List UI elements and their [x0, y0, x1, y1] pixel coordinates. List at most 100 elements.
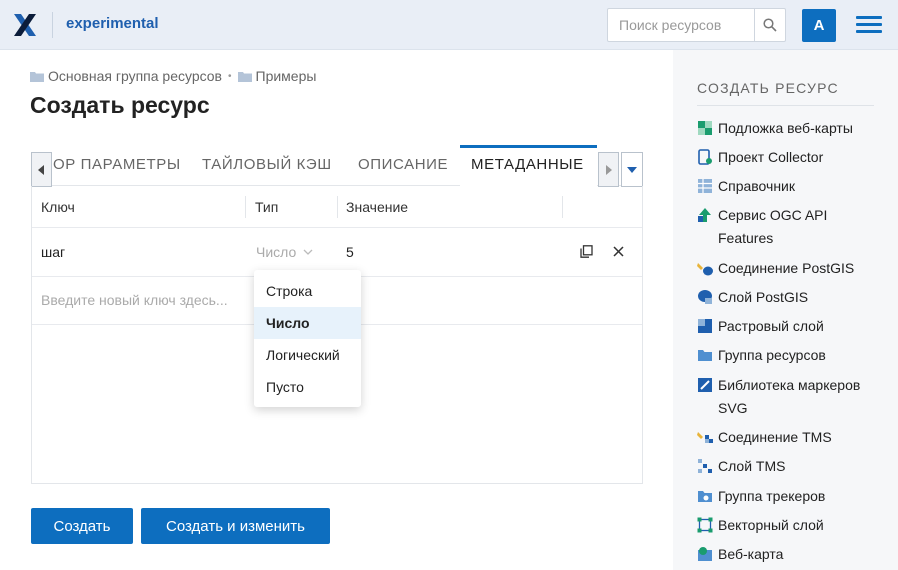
sidebar-item-label: Справочник [718, 178, 795, 194]
menu-icon-bar [856, 30, 882, 33]
new-key-input[interactable]: Введите новый ключ здесь... [41, 292, 228, 308]
sidebar-item-resource-group[interactable]: Группа ресурсов [697, 344, 882, 367]
row-type-value: Число [256, 244, 297, 260]
sidebar-item-lookup-table[interactable]: Справочник [697, 175, 882, 198]
chevron-down-icon [303, 249, 313, 255]
row-type-select[interactable]: Число [256, 244, 313, 260]
tabs-scroll-right-button[interactable] [598, 152, 619, 187]
row-key-input[interactable]: шаг [41, 244, 65, 260]
column-separator [337, 196, 338, 218]
sidebar-item-label: Веб-карта [718, 546, 784, 562]
sidebar-item-label: Подложка веб-карты [718, 120, 853, 136]
sidebar-item-svg-library[interactable]: Библиотека маркеров SVG [697, 374, 882, 420]
breadcrumb-separator: • [228, 70, 232, 82]
top-header: experimental A [0, 0, 898, 50]
sidebar-item-label: Слой TMS [718, 458, 786, 474]
copy-row-button[interactable] [578, 243, 594, 259]
tab-metadata[interactable]: МЕТАДАННЫЕ [471, 156, 584, 173]
column-header-type: Тип [255, 199, 279, 215]
tabs-more-button[interactable] [621, 152, 643, 187]
header-divider-line [32, 227, 642, 228]
app-title[interactable]: experimental [66, 15, 159, 32]
caret-right-icon [605, 164, 612, 175]
sidebar-item-collector-project[interactable]: Проект Collector [697, 146, 882, 169]
sidebar-item-label: Векторный слой [718, 517, 824, 533]
webmap-icon [698, 547, 712, 561]
svg-library-icon [698, 378, 712, 392]
sidebar-item-label: Проект Collector [718, 149, 824, 165]
lookup-table-icon [698, 179, 712, 193]
create-and-edit-button[interactable]: Создать и изменить [141, 508, 330, 544]
breadcrumb: Основная группа ресурсов • Примеры [30, 68, 316, 84]
sidebar-item-raster-layer[interactable]: Растровый слой [697, 315, 882, 338]
tms-layer-icon [698, 459, 712, 473]
dropdown-option-string[interactable]: Строка [254, 275, 361, 307]
sidebar-item-tms-layer[interactable]: Слой TMS [697, 455, 882, 478]
menu-icon [856, 16, 882, 19]
sidebar-title: СОЗДАТЬ РЕСУРС [697, 80, 839, 96]
tracker-group-icon [698, 491, 712, 502]
row-value-input[interactable]: 5 [346, 244, 354, 260]
sidebar-item-label: Сервис OGC API Features [718, 207, 828, 246]
tms-connection-icon [697, 432, 713, 443]
dropdown-option-empty[interactable]: Пусто [254, 371, 361, 403]
copy-icon [579, 244, 593, 258]
sidebar-item-tms-connection[interactable]: Соединение TMS [697, 426, 882, 449]
create-button[interactable]: Создать [31, 508, 133, 544]
caret-left-icon [37, 164, 44, 175]
delete-row-button[interactable] [610, 243, 626, 259]
folder-icon [237, 71, 252, 82]
folder-icon [30, 71, 44, 82]
header-divider [52, 12, 53, 38]
sidebar-item-webmap[interactable]: Веб-карта [697, 543, 882, 566]
vector-layer-icon [697, 517, 713, 533]
sidebar-item-postgis-connection[interactable]: Соединение PostGIS [697, 257, 882, 280]
column-header-value: Значение [346, 199, 409, 215]
sidebar-item-label: Группа трекеров [718, 488, 826, 504]
sidebar-item-label: Растровый слой [718, 318, 824, 334]
basemap-icon [698, 121, 712, 135]
ogc-service-icon [698, 208, 711, 222]
postgis-layer-icon [698, 290, 712, 304]
caret-down-icon [627, 166, 637, 173]
search-input[interactable] [608, 9, 754, 41]
search-box [607, 8, 786, 42]
resource-group-icon [698, 350, 712, 361]
tab-parameters[interactable]: ОР ПАРАМЕТРЫ [53, 156, 181, 173]
sidebar-item-label: Библиотека маркеров SVG [718, 377, 861, 416]
type-dropdown-menu: Строка Число Логический Пусто [254, 270, 361, 407]
collector-project-icon [698, 149, 712, 165]
sidebar-item-label: Соединение PostGIS [718, 260, 855, 276]
sidebar-item-label: Соединение TMS [718, 429, 832, 445]
dropdown-option-number[interactable]: Число [254, 307, 361, 339]
user-avatar[interactable]: A [802, 9, 836, 42]
search-button[interactable] [754, 9, 785, 41]
nextgis-logo-icon[interactable] [12, 12, 38, 38]
column-header-key: Ключ [41, 199, 75, 215]
sidebar-item-postgis-layer[interactable]: Слой PostGIS [697, 286, 882, 309]
breadcrumb-item-root[interactable]: Основная группа ресурсов [48, 68, 222, 84]
menu-button[interactable] [856, 14, 882, 36]
tab-description[interactable]: ОПИСАНИЕ [358, 156, 448, 173]
tab-active-indicator [460, 145, 597, 148]
breadcrumb-item-examples[interactable]: Примеры [256, 68, 317, 84]
tab-tile-cache[interactable]: ТАЙЛОВЫЙ КЭШ [202, 156, 332, 173]
raster-layer-icon [698, 319, 712, 333]
create-resource-sidebar: СОЗДАТЬ РЕСУРС Подложка веб-карты Проект… [673, 50, 898, 570]
dropdown-option-boolean[interactable]: Логический [254, 339, 361, 371]
sidebar-divider [697, 105, 874, 106]
sidebar-item-basemap[interactable]: Подложка веб-карты [697, 117, 882, 140]
sidebar-item-vector-layer[interactable]: Векторный слой [697, 514, 882, 537]
column-separator [245, 196, 246, 218]
sidebar-item-tracker-group[interactable]: Группа трекеров [697, 485, 882, 508]
close-icon [612, 245, 624, 257]
search-icon [763, 18, 777, 32]
column-separator [562, 196, 563, 218]
menu-icon-bar [856, 23, 882, 26]
sidebar-item-label: Группа ресурсов [718, 347, 826, 363]
tab-bar: ОР ПАРАМЕТРЫ ТАЙЛОВЫЙ КЭШ ОПИСАНИЕ МЕТАД… [31, 145, 643, 187]
postgis-connection-icon [697, 263, 713, 276]
sidebar-item-label: Слой PostGIS [718, 289, 809, 305]
tabs-scroll-left-button[interactable] [31, 152, 52, 187]
sidebar-item-ogc-service[interactable]: Сервис OGC API Features [697, 204, 882, 250]
